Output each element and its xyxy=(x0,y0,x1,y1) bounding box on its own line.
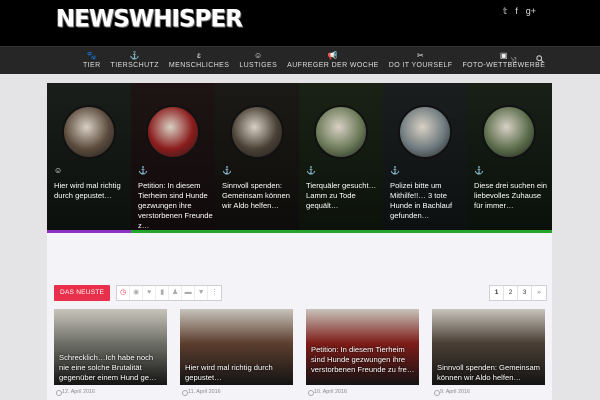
nav-item-tierschutz[interactable]: ⚓ TIERSCHUTZ xyxy=(106,47,164,75)
article-card[interactable]: Hier wird mal richtig durch gepustet… 11… xyxy=(180,309,293,400)
ear-icon: ɛ xyxy=(197,51,202,60)
comment-icon[interactable]: ▬ xyxy=(182,286,196,300)
pagination: 1 2 3 » xyxy=(489,285,547,301)
article-date: 9. April 2016 xyxy=(434,389,470,396)
slide-title[interactable]: Polizei bitte um Mithilfe!!… 3 tote Hund… xyxy=(390,181,466,221)
paw-icon: 🐾 xyxy=(86,51,97,60)
slide-thumbnail[interactable] xyxy=(230,105,284,159)
slide-title[interactable]: Petition: In diesem Tierheim sind Hunde … xyxy=(138,181,214,231)
nav-item-menschliches[interactable]: ɛ MENSCHLICHES xyxy=(164,47,234,75)
nav-item-lustiges[interactable]: ☺ LUSTIGES xyxy=(234,47,282,75)
eye-icon[interactable]: ◉ xyxy=(130,286,144,300)
anchor-icon: ⚓ xyxy=(222,166,232,175)
slide-thumbnail[interactable] xyxy=(62,105,116,159)
slide[interactable]: ⚓ Petition: In diesem Tierheim sind Hund… xyxy=(131,83,216,233)
photo-icon: ▣ xyxy=(499,51,508,60)
article-card[interactable]: Sinnvoll spenden: Gemeinsam können wir A… xyxy=(432,309,545,400)
slide-thumbnail[interactable] xyxy=(398,105,452,159)
smile-icon: ☺ xyxy=(54,166,63,175)
article-title[interactable]: Schrecklich…Ich habe noch nie eine solch… xyxy=(59,353,165,383)
social-links: 𝕥 f g+ xyxy=(503,6,536,17)
site-header: NEWSWHISPER 𝕥 f g+ xyxy=(0,0,600,46)
nav-label: LUSTIGES xyxy=(239,62,278,69)
anchor-icon: ⚓ xyxy=(129,51,140,60)
page-2-button[interactable]: 2 xyxy=(504,286,518,300)
tools-icon: ✂ xyxy=(417,51,425,60)
slide[interactable]: ☺ Hier wird mal richtig durch gepustet… xyxy=(47,83,132,233)
next-page-button[interactable]: » xyxy=(532,286,546,300)
smile-icon: ☺ xyxy=(253,51,263,60)
article-card[interactable]: Schrecklich…Ich habe noch nie eine solch… xyxy=(54,309,167,400)
slide[interactable]: ⚓ Sinnvoll spenden: Gemeinsam können wir… xyxy=(215,83,300,233)
slide-thumbnail[interactable] xyxy=(482,105,536,159)
more-icon[interactable]: ⋮ xyxy=(208,286,221,300)
heart-icon[interactable]: ♥ xyxy=(143,286,157,300)
google-plus-icon[interactable]: g+ xyxy=(526,6,536,17)
nav-label: MENSCHLICHES xyxy=(168,62,230,69)
article-title[interactable]: Sinnvoll spenden: Gemeinsam können wir A… xyxy=(437,363,543,383)
nav-label: TIER xyxy=(83,62,101,69)
main-nav: 🐾 TIER ⚓ TIERSCHUTZ ɛ MENSCHLICHES ☺ LUS… xyxy=(0,46,600,74)
filter-tabs: DAS NEUSTE ◷ ◉ ♥ ▮ ♟ ▬ ▼ ⋮ xyxy=(54,285,223,301)
anchor-icon: ⚓ xyxy=(390,166,400,175)
clock-icon[interactable]: ◷ xyxy=(117,286,131,300)
tab-icon-group: ◷ ◉ ♥ ▮ ♟ ▬ ▼ ⋮ xyxy=(116,285,223,301)
nav-label: DO IT YOURSELF xyxy=(388,62,453,69)
slide-title[interactable]: Hier wird mal richtig durch gepustet… xyxy=(54,181,130,201)
megaphone-icon: 📢 xyxy=(327,51,339,60)
nav-label: FOTO-WETTBEWERBE xyxy=(462,62,546,69)
article-card[interactable]: Petition: In diesem Tierheim sind Hunde … xyxy=(306,309,419,400)
nav-label: AUFREGER DER WOCHE xyxy=(287,62,379,69)
facebook-icon[interactable]: f xyxy=(515,6,518,17)
article-title[interactable]: Hier wird mal richtig durch gepustet… xyxy=(185,363,291,383)
tab-das-neuste[interactable]: DAS NEUSTE xyxy=(54,285,111,301)
slide-thumbnail[interactable] xyxy=(146,105,200,159)
nav-item-diy[interactable]: ✂ DO IT YOURSELF xyxy=(384,47,458,75)
site-logo[interactable]: NEWSWHISPER xyxy=(56,5,243,32)
slide[interactable]: ⚓ Tierquäler gesucht… Lamm zu Tode gequä… xyxy=(299,83,384,233)
nav-item-tier[interactable]: 🐾 TIER xyxy=(78,47,106,75)
page-3-button[interactable]: 3 xyxy=(518,286,532,300)
slide-title[interactable]: Tierquäler gesucht… Lamm zu Tode gequält… xyxy=(306,181,382,211)
search-icon[interactable] xyxy=(536,55,544,63)
slide[interactable]: ⚓ Diese drei suchen ein liebevolles Zuha… xyxy=(467,83,552,233)
shuffle-icon[interactable]: ⤨ xyxy=(510,56,516,66)
anchor-icon: ⚓ xyxy=(474,166,484,175)
trending-icon[interactable]: ▮ xyxy=(156,286,170,300)
anchor-icon: ⚓ xyxy=(138,166,148,175)
slide-thumbnail[interactable] xyxy=(314,105,368,159)
nav-label: TIERSCHUTZ xyxy=(110,62,159,69)
chart-icon[interactable]: ♟ xyxy=(169,286,183,300)
slide[interactable]: ⚓ Polizei bitte um Mithilfe!!… 3 tote Hu… xyxy=(383,83,468,233)
slide-title[interactable]: Diese drei suchen ein liebevolles Zuhaus… xyxy=(474,181,550,211)
featured-slider: ☺ Hier wird mal richtig durch gepustet… … xyxy=(47,83,552,233)
twitter-icon[interactable]: 𝕥 xyxy=(503,6,507,17)
filter-icon[interactable]: ▼ xyxy=(195,286,209,300)
nav-item-aufreger[interactable]: 📢 AUFREGER DER WOCHE xyxy=(282,47,384,75)
anchor-icon: ⚓ xyxy=(306,166,316,175)
article-date: 11. April 2016 xyxy=(182,389,221,396)
article-date: 10. April 2016 xyxy=(308,389,347,396)
page-1-button[interactable]: 1 xyxy=(490,286,504,300)
slide-title[interactable]: Sinnvoll spenden: Gemeinsam können wir A… xyxy=(222,181,298,211)
article-date: 12. April 2016 xyxy=(56,389,95,396)
article-title[interactable]: Petition: In diesem Tierheim sind Hunde … xyxy=(311,345,417,375)
